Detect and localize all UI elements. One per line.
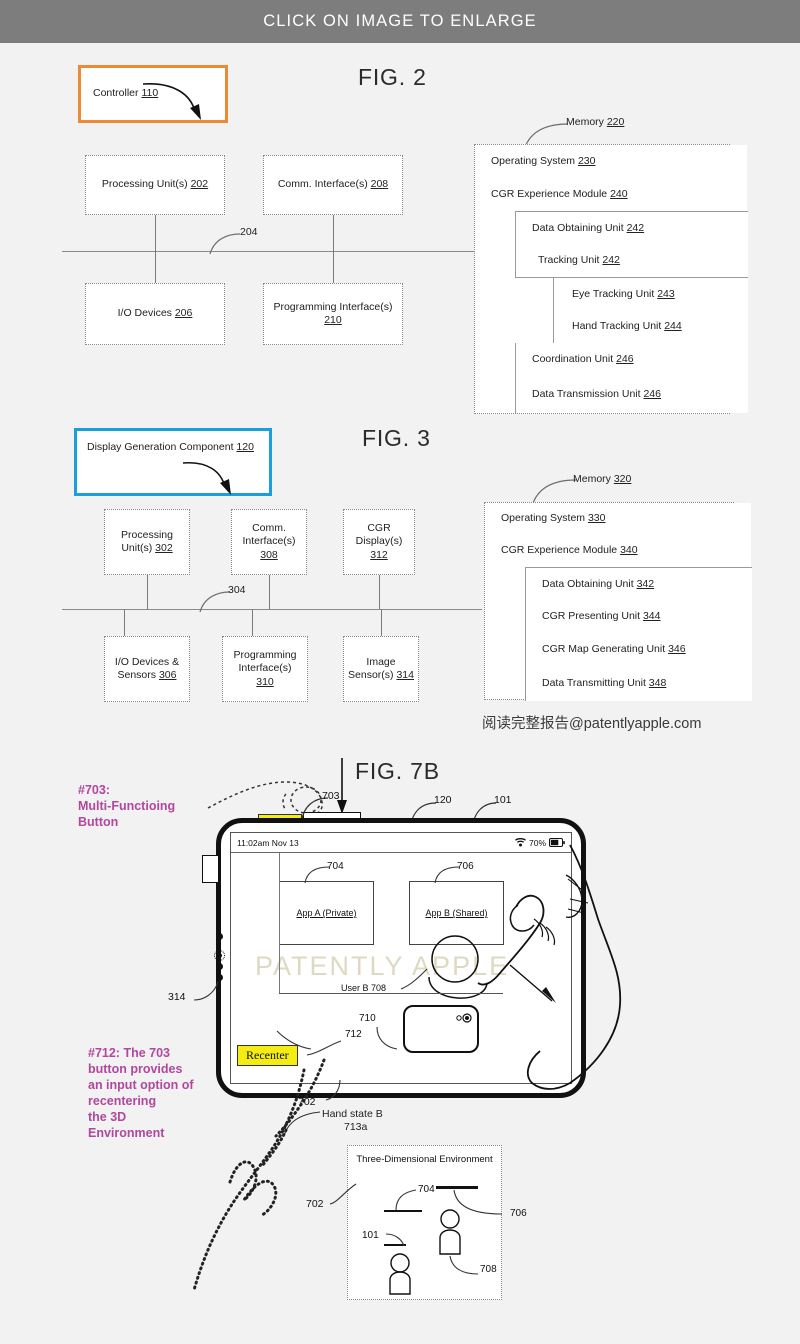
leader-314 bbox=[193, 981, 219, 1001]
annotation-703: #703: Multi-Functioing Button bbox=[78, 783, 176, 829]
fig2-controller-arrow bbox=[142, 83, 201, 120]
ref-703: 703 bbox=[322, 790, 340, 802]
fig3-lead-4 bbox=[124, 609, 125, 636]
fig2-block-io-devices: I/O Devices 206 bbox=[85, 283, 225, 345]
env-leader-702 bbox=[329, 1183, 357, 1205]
side-sensor-dot bbox=[217, 953, 222, 958]
fig3-lead-5 bbox=[252, 609, 253, 636]
screen-left-inner-line bbox=[279, 853, 280, 993]
fig2-mem-row-3: Tracking Unit 242 bbox=[515, 244, 748, 278]
fig3-block-cgr-displays: CGR Display(s) 312 bbox=[343, 509, 415, 575]
env-panel-title: Three-Dimensional Environment bbox=[356, 1154, 493, 1165]
banner-label: CLICK ON IMAGE TO ENLARGE bbox=[263, 12, 537, 30]
fig3-block-comm-interfaces: Comm. Interface(s) 308 bbox=[231, 509, 307, 575]
env-leader-101 bbox=[385, 1233, 405, 1247]
side-button-2[interactable] bbox=[218, 944, 221, 947]
fig2-block-programming-interfaces: Programming Interface(s) 210 bbox=[263, 283, 403, 345]
fig2-mem-row-1: CGR Experience Module 240 bbox=[483, 178, 747, 211]
env-ref-702: 702 bbox=[306, 1198, 324, 1210]
env-ref-708: 708 bbox=[480, 1264, 497, 1275]
leader-user-b bbox=[400, 968, 428, 990]
env-ref-704: 704 bbox=[418, 1184, 435, 1195]
status-time: 11:02am Nov 13 bbox=[237, 837, 299, 848]
side-button-1[interactable] bbox=[216, 933, 223, 940]
app-window-a[interactable]: App A (Private) bbox=[279, 881, 374, 945]
ref-101: 101 bbox=[494, 794, 512, 806]
ref-704: 704 bbox=[327, 861, 344, 872]
ref-314: 314 bbox=[168, 991, 186, 1003]
ref-710: 710 bbox=[359, 1013, 376, 1024]
env-leader-708 bbox=[449, 1255, 479, 1275]
fig3-title: FIG. 3 bbox=[362, 425, 431, 451]
user-hand-sketch bbox=[477, 844, 622, 1090]
fig2-mem-row-7: Data Transmission Unit 246 bbox=[515, 376, 748, 413]
fig2-lead-3 bbox=[155, 251, 156, 283]
click-to-enlarge-banner[interactable]: CLICK ON IMAGE TO ENLARGE bbox=[0, 0, 800, 43]
fig3-memory-box: Operating System 330 CGR Experience Modu… bbox=[484, 502, 752, 701]
fig3-block-processing-units: Processing Unit(s) 302 bbox=[104, 509, 190, 575]
fig3-block-io-devices-sensors: I/O Devices & Sensors 306 bbox=[104, 636, 190, 702]
chinese-watermark: 阅读完整报告@patentlyapple.com bbox=[482, 716, 702, 732]
fig3-mem-row-5: Data Transmitting Unit 348 bbox=[525, 666, 752, 701]
fig2-mem-row-5: Hand Tracking Unit 244 bbox=[553, 310, 748, 344]
fig3-bus-leader bbox=[199, 591, 231, 613]
fig3-mem-row-3: CGR Presenting Unit 344 bbox=[525, 600, 752, 634]
patent-figure-page: CLICK ON IMAGE TO ENLARGE FIG. 2 Control… bbox=[0, 0, 800, 1344]
fig3-display-generation-callout: Display Generation Component 120 bbox=[74, 428, 272, 496]
fig2-bus-line bbox=[62, 251, 482, 252]
fig3-lead-1 bbox=[147, 575, 148, 609]
fig2-lead-2 bbox=[333, 215, 334, 251]
fig2-bus-ref: 204 bbox=[240, 226, 258, 238]
fig3-lead-3 bbox=[379, 575, 380, 609]
fig2-block-processing-units: Processing Unit(s) 202 bbox=[85, 155, 225, 215]
fig3-lead-2 bbox=[269, 575, 270, 609]
fig3-block-image-sensors: Image Sensor(s) 314 bbox=[343, 636, 419, 702]
fig3-memory-ref: Memory 320 bbox=[573, 473, 632, 485]
tablet-side-port bbox=[202, 855, 218, 883]
fig3-bus-line bbox=[62, 609, 482, 610]
fig2-mem-row-0: Operating System 230 bbox=[483, 145, 747, 179]
fig3-bus-ref: 304 bbox=[228, 584, 246, 596]
env-ref-706: 706 bbox=[510, 1208, 527, 1219]
fig3-lead-6 bbox=[381, 609, 382, 636]
user-b-label: User B 708 bbox=[341, 983, 387, 993]
motion-trail-sketch-2 bbox=[274, 1058, 326, 1138]
fig2-lead-1 bbox=[155, 215, 156, 251]
secondary-device-710 bbox=[403, 1005, 479, 1053]
fig3-mem-row-2: Data Obtaining Unit 342 bbox=[525, 567, 752, 602]
side-button-3[interactable] bbox=[216, 963, 223, 970]
fig2-block-comm-interfaces: Comm. Interface(s) 208 bbox=[263, 155, 403, 215]
fig2-mem-row-2: Data Obtaining Unit 242 bbox=[515, 211, 748, 246]
fig2-mem-row-4: Eye Tracking Unit 243 bbox=[553, 277, 748, 312]
env-avatar-101 bbox=[389, 1253, 411, 1295]
env-ref-101: 101 bbox=[362, 1230, 379, 1241]
fig2-title: FIG. 2 bbox=[358, 64, 427, 90]
fig2-controller-callout: Controller 110 bbox=[78, 65, 228, 123]
leader-recenter-to-shelf bbox=[276, 1030, 312, 1050]
fig3-callout-arrow bbox=[182, 462, 231, 495]
fig3-block-programming-interfaces: Programming Interface(s) 310 bbox=[222, 636, 308, 702]
fig3-mem-row-0: Operating System 330 bbox=[493, 503, 751, 536]
fig2-mem-row-6: Coordination Unit 246 bbox=[515, 343, 748, 377]
fig2-lead-4 bbox=[333, 251, 334, 283]
leader-710 bbox=[376, 1026, 398, 1050]
fig3-mem-row-1: CGR Experience Module 340 bbox=[493, 535, 751, 567]
fig3-display-generation-label: Display Generation Component 120 bbox=[87, 441, 254, 453]
fig3-mem-row-4: CGR Map Generating Unit 346 bbox=[525, 633, 752, 667]
three-dimensional-environment-panel: Three-Dimensional Environment 704 706 70… bbox=[347, 1145, 527, 1300]
fig2-memory-box: Operating System 230 CGR Experience Modu… bbox=[474, 144, 748, 414]
ref-120: 120 bbox=[434, 794, 452, 806]
fig2-memory-ref: Memory 220 bbox=[566, 116, 625, 128]
